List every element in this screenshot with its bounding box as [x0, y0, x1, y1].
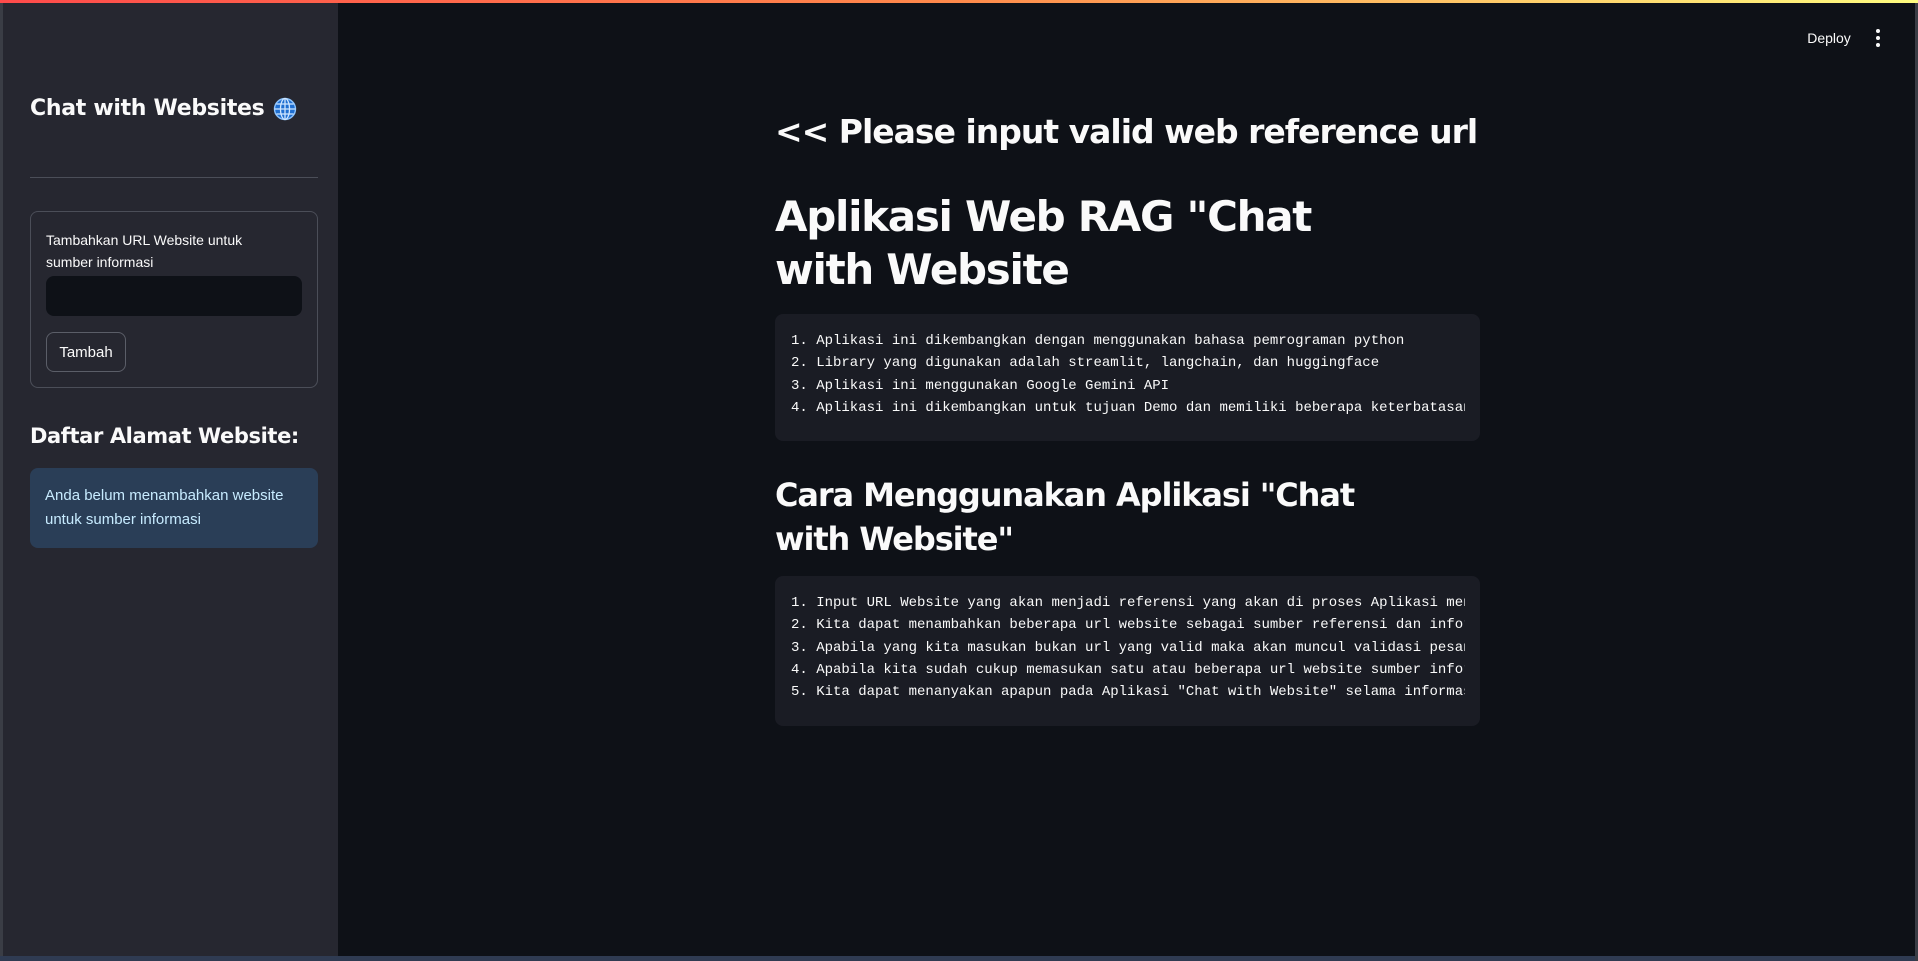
url-input[interactable] [46, 276, 302, 316]
feature-line: 2. Library yang digunakan adalah streaml… [791, 355, 1380, 372]
globe-icon [273, 97, 297, 121]
add-url-button[interactable]: Tambah [46, 332, 126, 372]
step-line: 4. Apabila kita sudah cukup memasukan sa… [791, 661, 1465, 678]
feature-line: 3. Aplikasi ini menggunakan Google Gemin… [791, 377, 1170, 394]
menu-dot [1876, 36, 1880, 40]
sidebar-title: Chat with Websites [30, 96, 297, 121]
sidebar-title-text: Chat with Websites [30, 96, 265, 121]
feature-line: 1. Aplikasi ini dikembangkan dengan meng… [791, 333, 1405, 349]
website-list-heading: Daftar Alamat Website: [30, 424, 299, 448]
no-website-info-alert: Anda belum menambahkan website untuk sum… [30, 468, 318, 548]
sidebar: Chat with Websites Tambahkan URL Website… [0, 0, 338, 957]
features-code-block: 1. Aplikasi ini dikembangkan dengan meng… [775, 314, 1480, 441]
running-status-bar [0, 0, 1918, 3]
deploy-button[interactable]: Deploy [1797, 24, 1861, 52]
prompt-heading: << Please input valid web reference url [775, 112, 1478, 151]
app-window: Chat with Websites Tambahkan URL Website… [0, 0, 1918, 961]
step-line: 3. Apabila yang kita masukan bukan url y… [791, 639, 1465, 656]
feature-line: 4. Aplikasi ini dikembangkan untuk tujua… [791, 399, 1465, 416]
step-line: 2. Kita dapat menambahkan beberapa url w… [791, 617, 1465, 634]
steps-code-block: 1. Input URL Website yang akan menjadi r… [775, 576, 1480, 726]
url-input-label: Tambahkan URL Website untuk sumber infor… [46, 232, 243, 270]
add-url-form: Tambahkan URL Website untuk sumber infor… [30, 211, 318, 388]
sidebar-divider [30, 177, 318, 178]
kebab-menu-icon[interactable] [1866, 24, 1890, 52]
window-bottom-edge [0, 956, 1918, 961]
howto-heading: Cara Menggunakan Aplikasi "Chat with Web… [775, 476, 1355, 558]
menu-dot [1876, 29, 1880, 33]
step-line: 5. Kita dapat menanyakan apapun pada Apl… [791, 684, 1465, 701]
menu-dot [1876, 43, 1880, 47]
app-title-heading: Aplikasi Web RAG "Chat with Website [775, 192, 1312, 294]
step-line: 1. Input URL Website yang akan menjadi r… [791, 595, 1465, 611]
